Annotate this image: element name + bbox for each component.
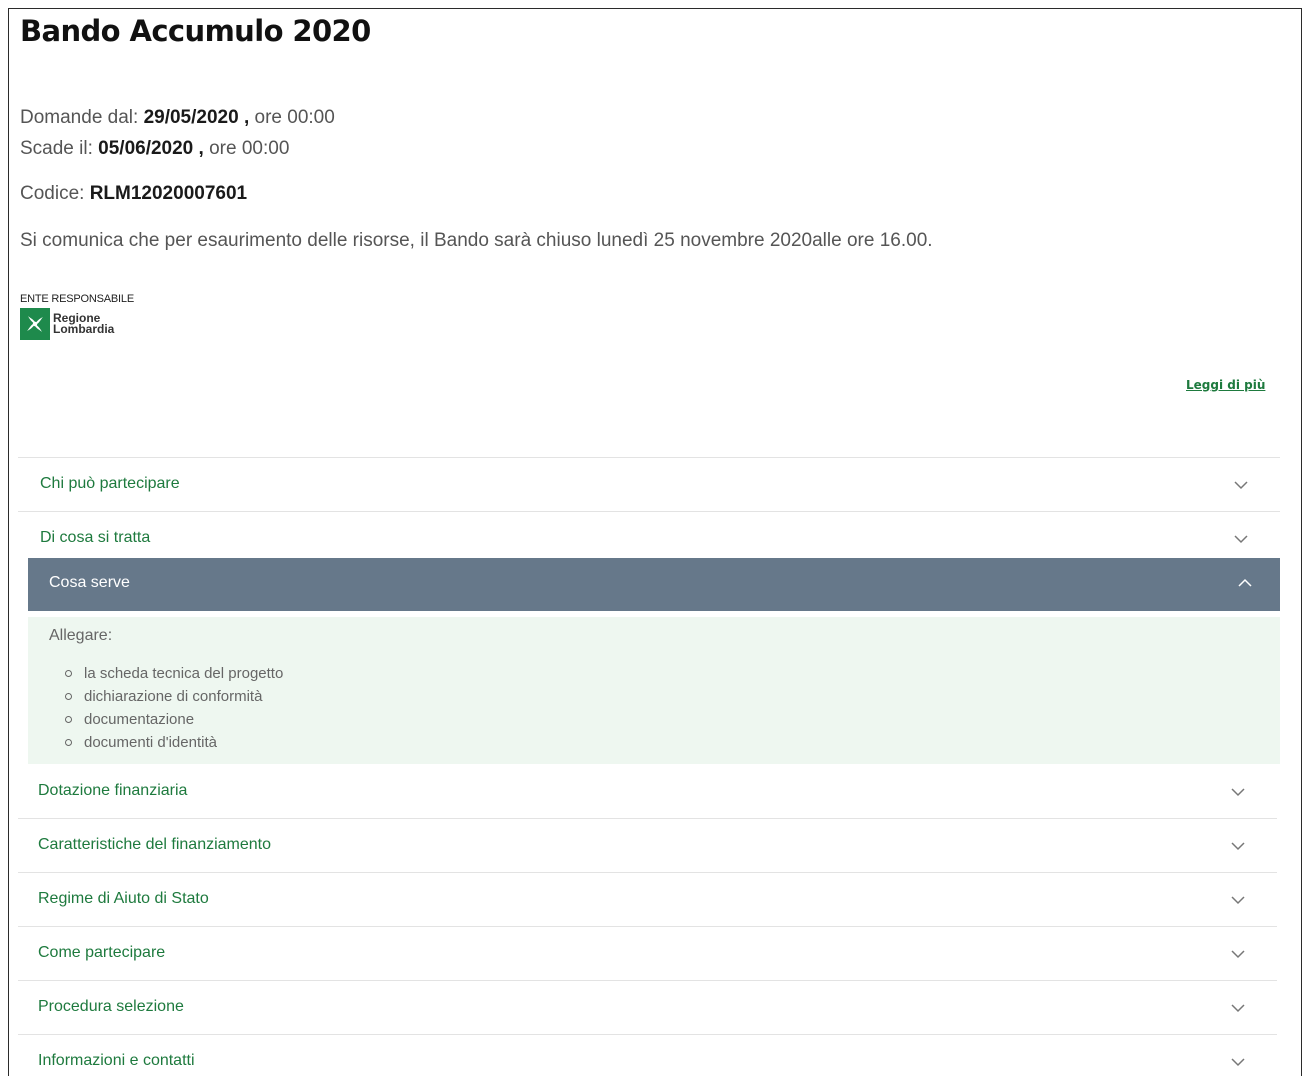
accordion-item-label: Cosa serve xyxy=(49,574,130,591)
accordion-item-label: Informazioni e contatti xyxy=(38,1052,195,1069)
accordion-item-label: Come partecipare xyxy=(38,944,166,961)
code-label: Codice: xyxy=(20,183,85,204)
list-item: documenti d'identità xyxy=(65,734,283,757)
code-line: Codice: RLM12020007601 xyxy=(20,183,247,205)
chevron-down-icon xyxy=(1231,896,1245,905)
accordion-item-di-cosa-si-tratta[interactable]: Di cosa si tratta xyxy=(18,511,1280,558)
accordion-item-dotazione-finanziaria[interactable]: Dotazione finanziaria xyxy=(18,764,1277,818)
chevron-down-icon xyxy=(1231,950,1245,959)
code-value: RLM12020007601 xyxy=(89,183,248,204)
accordion-item-label: Procedura selezione xyxy=(38,998,184,1015)
close-date-line: Scade il: 05/06/2020 , ore 00:00 xyxy=(20,138,289,160)
accordion-item-chi-puo-partecipare[interactable]: Chi può partecipare xyxy=(18,457,1280,511)
accordion-panel-cosa-serve: Allegare: la scheda tecnica del progetto… xyxy=(28,617,1280,764)
list-item: la scheda tecnica del progetto xyxy=(65,665,283,688)
accordion-item-label: Dotazione finanziaria xyxy=(38,782,188,799)
accordion-item-come-partecipare[interactable]: Come partecipare xyxy=(18,926,1277,980)
chevron-down-icon xyxy=(1231,788,1245,797)
panel-intro-text: Allegare: xyxy=(49,627,113,644)
chevron-down-icon xyxy=(1231,842,1245,851)
chevron-down-icon xyxy=(1234,481,1248,490)
close-date-separator: , xyxy=(198,138,204,159)
chevron-down-icon xyxy=(1231,1058,1245,1067)
responsible-label: ENTE RESPONSABILE xyxy=(20,293,134,305)
accordion-item-label: Di cosa si tratta xyxy=(40,529,151,546)
accordion-item-procedura-selezione[interactable]: Procedura selezione xyxy=(18,980,1277,1034)
logo-text-line2: Lombardia xyxy=(53,322,115,336)
read-more-link[interactable]: Leggi di più xyxy=(1186,378,1265,392)
close-date-value: 05/06/2020 xyxy=(98,138,194,159)
accordion-item-informazioni-e-contatti[interactable]: Informazioni e contatti xyxy=(18,1034,1277,1074)
chevron-up-icon xyxy=(1238,578,1252,587)
open-date-label: Domande dal: xyxy=(20,107,139,128)
open-date-separator: , xyxy=(243,107,250,128)
open-date-value: 29/05/2020 xyxy=(143,107,239,128)
accordion-item-caratteristiche-del-finanziamento[interactable]: Caratteristiche del finanziamento xyxy=(18,818,1277,872)
list-item: dichiarazione di conformità xyxy=(65,688,283,711)
open-time-value: ore 00:00 xyxy=(254,107,335,128)
bando-accordion: Chi può partecipare Di cosa si tratta Co… xyxy=(18,457,1280,1074)
chevron-down-icon xyxy=(1231,1004,1245,1013)
open-date-line: Domande dal: 29/05/2020 , ore 00:00 xyxy=(20,107,335,129)
page-title: Bando Accumulo 2020 xyxy=(20,14,371,48)
regione-lombardia-logo: Regione Lombardia xyxy=(20,308,114,340)
close-time-value: ore 00:00 xyxy=(209,138,290,159)
accordion-item-label: Chi può partecipare xyxy=(40,475,180,492)
accordion-item-label: Caratteristiche del finanziamento xyxy=(38,836,272,853)
attachments-list: la scheda tecnica del progetto dichiaraz… xyxy=(65,665,283,757)
chevron-down-icon xyxy=(1234,535,1248,544)
accordion-item-cosa-serve[interactable]: Cosa serve xyxy=(28,558,1280,611)
logo-wordmark: Regione Lombardia xyxy=(53,312,115,336)
list-item: documentazione xyxy=(65,711,283,734)
accordion-item-regime-di-aiuto-di-stato[interactable]: Regime di Aiuto di Stato xyxy=(18,872,1277,926)
accordion-after-group: Dotazione finanziaria Caratteristiche de… xyxy=(18,764,1280,1074)
lombardia-rose-icon xyxy=(20,308,50,340)
closure-notice: Si comunica che per esaurimento delle ri… xyxy=(20,230,933,251)
close-date-label: Scade il: xyxy=(20,138,93,159)
accordion-item-label: Regime di Aiuto di Stato xyxy=(38,890,209,907)
